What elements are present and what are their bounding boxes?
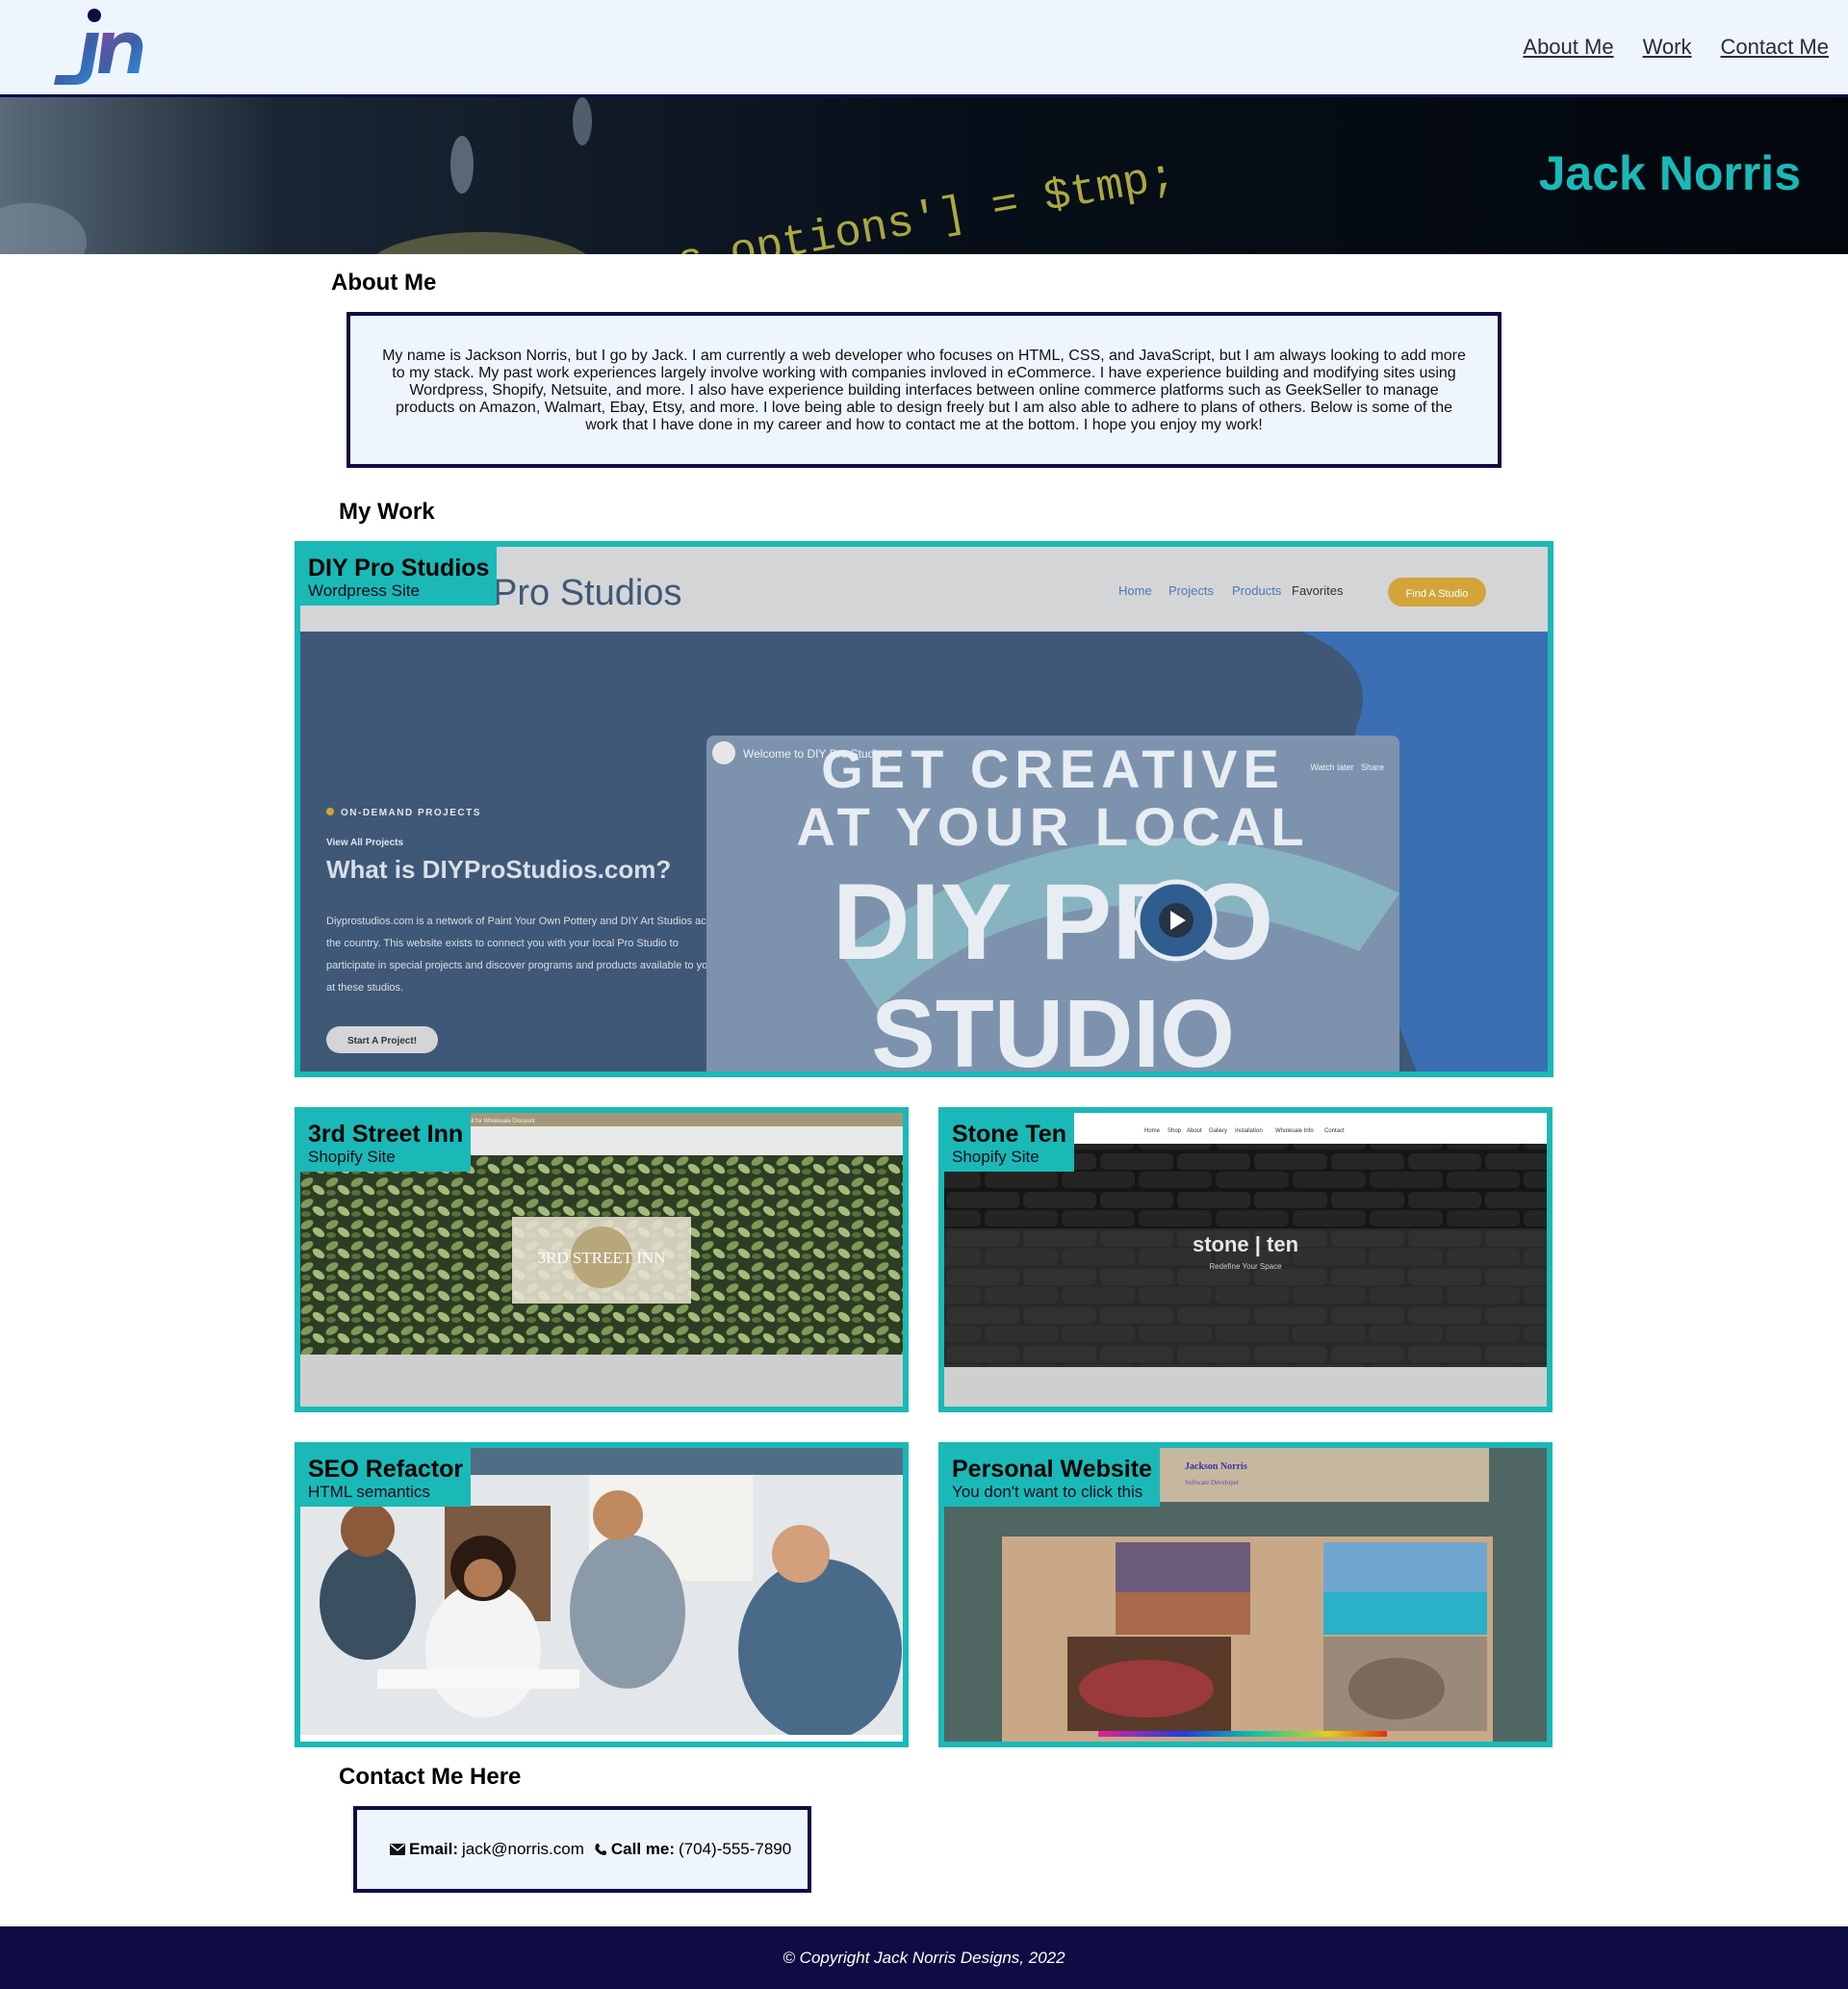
hero-title: Jack Norris — [1538, 146, 1801, 200]
nav-link-about[interactable]: About Me — [1523, 35, 1613, 60]
contact-phone[interactable]: Call me: (704)-555-7890 — [594, 1840, 791, 1859]
svg-text:Call for Wholesale Discount: Call for Wholesale Discount — [464, 1119, 535, 1124]
project-label-inn: 3rd Street Inn Shopify Site — [300, 1113, 472, 1172]
svg-text:Gallery: Gallery — [1209, 1128, 1227, 1134]
svg-text:Projects: Projects — [1168, 583, 1214, 598]
svg-text:Software Developer: Software Developer — [1185, 1479, 1240, 1486]
project-card-diy-pro-studios[interactable]: Pro Studios Home Projects Products Favor… — [295, 541, 1553, 1077]
envelope-icon — [390, 1844, 405, 1855]
project-title: 3rd Street Inn — [308, 1121, 464, 1148]
project-card-3rd-street-inn[interactable]: Call for Wholesale Discount 3RD STREET I… — [295, 1107, 909, 1412]
project-subtitle: Shopify Site — [308, 1148, 396, 1166]
project-title: SEO Refactor — [308, 1456, 464, 1483]
svg-text:Home: Home — [1144, 1128, 1161, 1134]
project-label-seo: SEO Refactor HTML semantics — [300, 1448, 472, 1507]
project-card-stone-ten[interactable]: Home Shop About Gallery Installation Who… — [938, 1107, 1553, 1412]
svg-text:Contact: Contact — [1324, 1128, 1345, 1134]
project-label-stone: Stone Ten Shopify Site — [944, 1113, 1074, 1172]
email-label: Email: — [409, 1840, 459, 1858]
site-footer: © Copyright Jack Norris Designs, 2022 — [0, 1926, 1848, 1989]
svg-text:Redefine Your Space: Redefine Your Space — [1209, 1262, 1282, 1271]
svg-text:the country. This website exis: the country. This website exists to conn… — [326, 938, 679, 949]
logo-graphic — [54, 9, 143, 85]
work-heading: My Work — [339, 499, 435, 525]
svg-text:View All Projects: View All Projects — [326, 838, 403, 848]
svg-text:Find A Studio: Find A Studio — [1406, 588, 1469, 600]
svg-text:Shop: Shop — [1168, 1128, 1182, 1134]
svg-text:AT YOUR LOCAL: AT YOUR LOCAL — [796, 796, 1309, 857]
phone-value: (704)-555-7890 — [679, 1840, 792, 1858]
nav-link-contact[interactable]: Contact Me — [1721, 35, 1830, 60]
svg-text:GET CREATIVE: GET CREATIVE — [821, 738, 1285, 799]
svg-text:Share: Share — [1361, 762, 1384, 772]
svg-text:Favorites: Favorites — [1292, 583, 1344, 598]
about-heading: About Me — [331, 270, 437, 296]
svg-text:participate in special project: participate in special projects and disc… — [326, 960, 713, 971]
hero-banner: s.options'] = $tmp; Jack Norris — [0, 94, 1848, 254]
contact-box: Email: jack@norris.com Call me: (704)-55… — [353, 1806, 811, 1893]
top-nav: About Me Work Contact Me — [0, 0, 1848, 94]
svg-text:About: About — [1187, 1128, 1202, 1134]
svg-text:What is DIYProStudios.com?: What is DIYProStudios.com? — [326, 855, 671, 884]
contact-email[interactable]: Email: jack@norris.com — [390, 1840, 584, 1859]
svg-text:Diyprostudios.com is a network: Diyprostudios.com is a network of Paint … — [326, 916, 727, 927]
project-subtitle: Shopify Site — [952, 1148, 1040, 1166]
diy-pro-studios-screenshot: Pro Studios Home Projects Products Favor… — [300, 547, 1548, 1072]
svg-text:Pro Studios: Pro Studios — [493, 573, 681, 613]
svg-text:Watch later: Watch later — [1310, 762, 1353, 772]
svg-text:3RD STREET INN: 3RD STREET INN — [538, 1249, 666, 1267]
svg-text:Installation: Installation — [1235, 1128, 1263, 1134]
email-value: jack@norris.com — [462, 1840, 584, 1858]
svg-text:Jackson Norris: Jackson Norris — [1185, 1461, 1247, 1472]
project-subtitle: You don't want to click this — [952, 1483, 1143, 1501]
nav-links: About Me Work Contact Me — [1523, 35, 1829, 60]
phone-label: Call me: — [610, 1840, 676, 1858]
svg-text:Wholesale Info: Wholesale Info — [1275, 1128, 1314, 1134]
svg-text:at these studios.: at these studios. — [326, 982, 403, 994]
project-card-seo-refactor[interactable]: SEO Refactor HTML semantics — [295, 1442, 909, 1747]
project-card-personal-website[interactable]: Jackson Norris Software Developer Person… — [938, 1442, 1553, 1747]
project-subtitle: Wordpress Site — [308, 581, 420, 600]
svg-text:Products: Products — [1232, 583, 1282, 598]
project-title: Personal Website — [952, 1456, 1152, 1483]
project-label-diy: DIY Pro Studios Wordpress Site — [300, 547, 498, 606]
project-subtitle: HTML semantics — [308, 1483, 430, 1501]
svg-text:stone | ten: stone | ten — [1193, 1232, 1298, 1256]
nav-link-work[interactable]: Work — [1643, 35, 1692, 60]
about-box: My name is Jackson Norris, but I go by J… — [346, 312, 1502, 468]
about-text: My name is Jackson Norris, but I go by J… — [382, 348, 1466, 433]
contact-heading: Contact Me Here — [339, 1764, 522, 1790]
svg-text:ON-DEMAND PROJECTS: ON-DEMAND PROJECTS — [341, 808, 481, 818]
copyright-text: © Copyright Jack Norris Designs, 2022 — [783, 1949, 1065, 1967]
project-title: Stone Ten — [952, 1121, 1066, 1148]
site-logo[interactable] — [48, 4, 144, 90]
svg-text:STUDIO: STUDIO — [871, 980, 1235, 1072]
project-title: DIY Pro Studios — [308, 555, 490, 581]
svg-text:Home: Home — [1118, 583, 1152, 598]
phone-icon — [595, 1844, 606, 1855]
svg-text:Start A Project!: Start A Project! — [347, 1036, 417, 1046]
project-label-personal: Personal Website You don't want to click… — [944, 1448, 1160, 1507]
